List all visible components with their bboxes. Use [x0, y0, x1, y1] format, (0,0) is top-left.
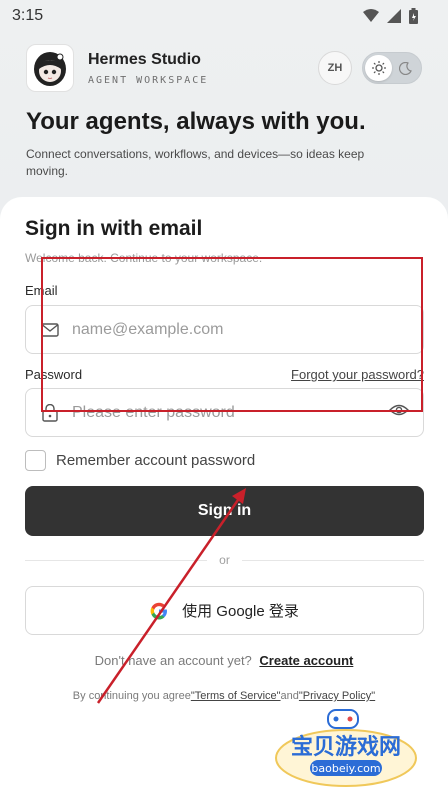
language-button[interactable]: ZH: [318, 51, 352, 85]
forgot-password-link[interactable]: Forgot your password?: [291, 367, 424, 382]
no-account-text: Don't have an account yet?: [94, 653, 252, 668]
or-divider: or: [25, 553, 425, 567]
watermark-text: 宝贝游戏网: [291, 734, 401, 760]
google-signin-label: 使用 Google 登录: [182, 603, 299, 620]
moon-icon: [399, 61, 412, 75]
divider-line-right: [241, 559, 425, 561]
terms-row: By continuing you agree"Terms of Service…: [0, 690, 448, 702]
password-field[interactable]: Please enter password: [25, 388, 424, 437]
theme-light-option[interactable]: [365, 55, 392, 81]
password-placeholder: Please enter password: [72, 403, 235, 421]
signal-icon: [387, 9, 401, 23]
remember-label[interactable]: Remember account password: [56, 452, 255, 469]
brand-subtitle: AGENT WORKSPACE: [88, 74, 209, 86]
signin-title: Sign in with email: [25, 217, 203, 240]
eye-icon[interactable]: [389, 403, 409, 422]
avatar-icon: [34, 52, 66, 86]
lock-icon: [40, 403, 60, 422]
signin-subtitle: Welcome back. Continue to your workspace…: [25, 251, 263, 265]
mail-icon: [40, 322, 60, 337]
hero-title: Your agents, always with you.: [26, 108, 366, 135]
battery-icon: [409, 8, 418, 24]
email-placeholder: name@example.com: [72, 320, 224, 338]
or-label: or: [219, 553, 230, 567]
remember-checkbox[interactable]: [25, 450, 46, 471]
privacy-policy-link[interactable]: "Privacy Policy": [299, 690, 375, 702]
theme-dark-option[interactable]: [392, 55, 419, 81]
google-signin-button[interactable]: 使用 Google 登录: [25, 586, 424, 635]
watermark-logo: 宝贝游戏网 baobeiy.com: [270, 708, 420, 788]
watermark-url: baobeiy.com: [311, 762, 380, 775]
email-label: Email: [25, 283, 58, 298]
remember-row: Remember account password: [25, 450, 255, 471]
signin-card: Sign in with email Welcome back. Continu…: [0, 197, 448, 796]
password-label: Password: [25, 367, 83, 382]
signup-row: Don't have an account yet? Create accoun…: [0, 653, 448, 668]
create-account-link[interactable]: Create account: [259, 653, 353, 668]
terms-and: and: [280, 690, 299, 702]
signin-button[interactable]: Sign in: [25, 486, 424, 536]
terms-of-service-link[interactable]: "Terms of Service": [191, 690, 281, 702]
brand-name: Hermes Studio: [88, 50, 201, 68]
brand: Hermes Studio AGENT WORKSPACE: [88, 51, 318, 86]
divider-line-left: [25, 559, 208, 561]
sun-icon: [371, 61, 386, 75]
theme-toggle[interactable]: [362, 52, 422, 84]
wifi-icon: [363, 9, 379, 22]
status-time: 3:15: [12, 7, 44, 24]
email-field[interactable]: name@example.com: [25, 305, 424, 354]
terms-prefix: By continuing you agree: [72, 690, 191, 702]
app-header: Hermes Studio AGENT WORKSPACE ZH: [26, 44, 422, 92]
status-icons: [363, 8, 418, 24]
status-bar: 3:15: [0, 0, 448, 32]
google-icon: [150, 602, 168, 619]
hero-subtitle: Connect conversations, workflows, and de…: [26, 147, 365, 178]
app-logo: [26, 44, 74, 92]
